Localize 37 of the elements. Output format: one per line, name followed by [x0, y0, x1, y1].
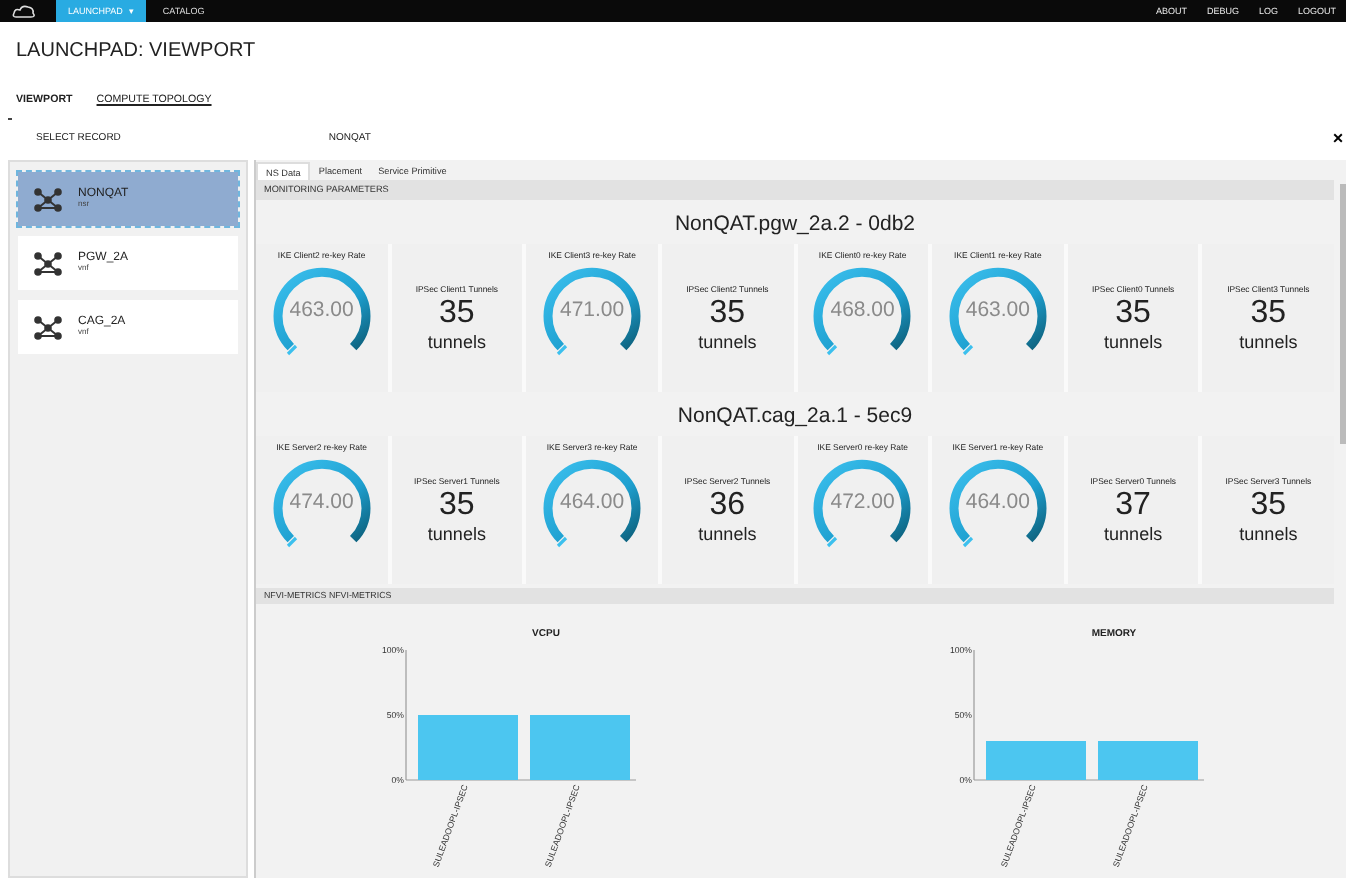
gauge-value: 463.00 — [963, 298, 1032, 322]
gauge-value: 464.00 — [963, 490, 1032, 514]
counter-value: 37 — [1115, 490, 1151, 524]
counter-value: 35 — [439, 298, 475, 332]
counter-value: 35 — [709, 298, 746, 332]
page-title: LAUNCHPAD: VIEWPORT — [16, 38, 258, 66]
counter-value: 36 — [709, 490, 746, 524]
group-title: NonQAT.pgw_2a.2 - 0db2 — [672, 210, 918, 240]
gauge-value: 464.00 — [558, 490, 627, 514]
chart-bar — [1098, 741, 1198, 780]
counter-unit: tunnels — [427, 331, 486, 352]
counter-value: 35 — [1250, 490, 1287, 524]
chart-bar — [986, 741, 1086, 780]
topology-icon — [34, 315, 62, 339]
chart-bar — [418, 715, 518, 780]
topology-icon — [34, 251, 62, 275]
gauge-value: 468.00 — [828, 298, 897, 322]
counter-value: 35 — [1115, 298, 1151, 332]
gauge-value: 463.00 — [287, 298, 356, 322]
gauge-value: 472.00 — [828, 490, 897, 514]
counter-value: 35 — [1250, 298, 1287, 332]
counter-unit: tunnels — [698, 331, 757, 352]
counter-unit: tunnels — [1104, 523, 1163, 544]
topology-icon — [34, 187, 62, 211]
scrollbar[interactable] — [1340, 184, 1346, 444]
counter-value: 35 — [439, 490, 475, 524]
gauge-value: 471.00 — [558, 298, 627, 322]
group-title: NonQAT.cag_2a.1 - 5ec9 — [675, 402, 915, 432]
counter-unit: tunnels — [427, 523, 486, 544]
close-button[interactable]: × — [1330, 128, 1346, 148]
counter-unit: tunnels — [1239, 331, 1298, 352]
counter-unit: tunnels — [698, 523, 757, 544]
gauge-value: 474.00 — [287, 490, 356, 514]
cloud-logo-icon — [12, 3, 36, 19]
chart-bar — [530, 715, 630, 780]
counter-unit: tunnels — [1104, 331, 1163, 352]
counter-unit: tunnels — [1239, 523, 1298, 544]
